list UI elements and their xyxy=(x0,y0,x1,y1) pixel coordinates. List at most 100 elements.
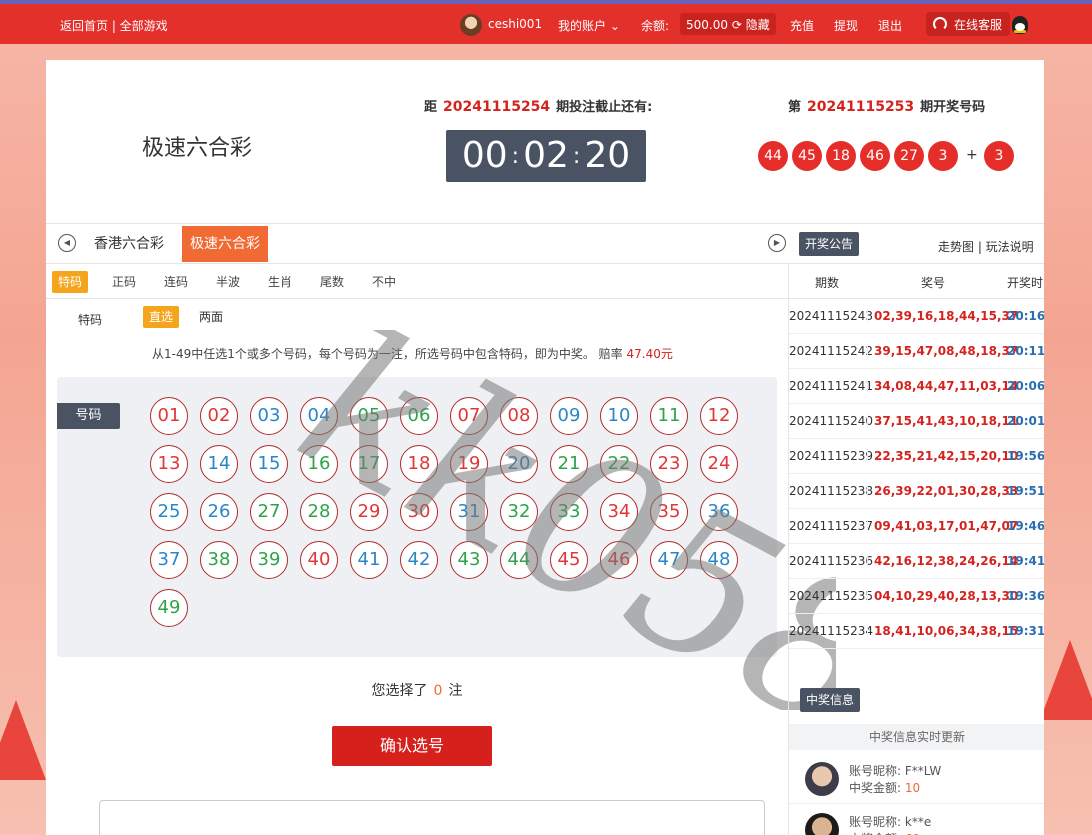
number-ball[interactable]: 49 xyxy=(150,589,188,627)
number-ball[interactable]: 38 xyxy=(200,541,238,579)
number-ball[interactable]: 27 xyxy=(250,493,288,531)
number-ball[interactable]: 41 xyxy=(350,541,388,579)
result-period: 20241115253 xyxy=(807,99,915,115)
history-time: 20:16: xyxy=(1007,309,1044,323)
history-period: 20241115238 xyxy=(789,484,873,498)
user-avatar[interactable] xyxy=(460,14,482,36)
history-period: 20241115242 xyxy=(789,344,873,358)
number-ball[interactable]: 03 xyxy=(250,397,288,435)
online-service-button[interactable]: 在线客服 xyxy=(926,12,1011,36)
winners-header: 中奖信息 xyxy=(789,688,1044,718)
number-ball[interactable]: 02 xyxy=(200,397,238,435)
number-ball[interactable]: 32 xyxy=(500,493,538,531)
history-time: 19:36: xyxy=(1007,589,1044,603)
number-ball[interactable]: 43 xyxy=(450,541,488,579)
number-ball[interactable]: 15 xyxy=(250,445,288,483)
history-numbers: 39,15,47,08,48,18,37 xyxy=(867,344,1018,358)
selection-summary: 您选择了 0 注 xyxy=(46,680,788,700)
home-link[interactable]: 返回首页 | 全部游戏 xyxy=(60,17,168,34)
number-ball[interactable]: 40 xyxy=(300,541,338,579)
number-ball[interactable]: 25 xyxy=(150,493,188,531)
number-ball[interactable]: 37 xyxy=(150,541,188,579)
withdraw-link[interactable]: 提现 xyxy=(834,17,858,34)
number-ball[interactable]: 20 xyxy=(500,445,538,483)
mode-label: 特码 xyxy=(78,313,103,327)
history-numbers: 02,39,16,18,44,15,37 xyxy=(867,309,1018,323)
number-ball[interactable]: 26 xyxy=(200,493,238,531)
refresh-icon[interactable]: ⟳ xyxy=(732,18,742,32)
result-ball: 18 xyxy=(826,141,856,171)
number-ball[interactable]: 42 xyxy=(400,541,438,579)
history-period: 20241115236 xyxy=(789,554,873,568)
number-ball[interactable]: 21 xyxy=(550,445,588,483)
tab-special-number[interactable]: 特码 xyxy=(52,271,89,293)
number-ball[interactable]: 29 xyxy=(350,493,388,531)
countdown-caption: 距 20241115254 期投注截止还有: xyxy=(424,96,652,115)
number-ball[interactable]: 10 xyxy=(600,397,638,435)
logout-link[interactable]: 退出 xyxy=(878,17,902,34)
winner-amount: 10 xyxy=(904,781,921,795)
number-ball[interactable]: 30 xyxy=(400,493,438,531)
tab-regular-number[interactable]: 正码 xyxy=(106,271,142,293)
number-ball[interactable]: 31 xyxy=(450,493,488,531)
number-ball[interactable]: 24 xyxy=(700,445,738,483)
tab-combo[interactable]: 连码 xyxy=(158,271,194,293)
number-ball[interactable]: 17 xyxy=(350,445,388,483)
number-ball[interactable]: 34 xyxy=(600,493,638,531)
history-row: 2024111523418,41,10,06,34,38,1519:31: xyxy=(789,614,1044,649)
number-ball[interactable]: 22 xyxy=(600,445,638,483)
number-ball[interactable]: 01 xyxy=(150,397,188,435)
tab-zodiac[interactable]: 生肖 xyxy=(262,271,298,293)
trend-links[interactable]: 走势图 | 玩法说明 xyxy=(938,238,1034,255)
number-ball[interactable]: 13 xyxy=(150,445,188,483)
number-ball[interactable]: 33 xyxy=(550,493,588,531)
mode-two-sides-button[interactable]: 两面 xyxy=(193,306,229,328)
numpad-label: 号码 xyxy=(57,403,120,429)
tab-half-wave[interactable]: 半波 xyxy=(210,271,246,293)
number-ball[interactable]: 28 xyxy=(300,493,338,531)
number-ball[interactable]: 05 xyxy=(350,397,388,435)
tab-hk-mark-six[interactable]: 香港六合彩 xyxy=(86,226,172,262)
number-ball[interactable]: 06 xyxy=(400,397,438,435)
number-ball[interactable]: 46 xyxy=(600,541,638,579)
number-ball[interactable]: 12 xyxy=(700,397,738,435)
number-ball[interactable]: 19 xyxy=(450,445,488,483)
number-ball[interactable]: 39 xyxy=(250,541,288,579)
number-ball[interactable]: 18 xyxy=(400,445,438,483)
mode-direct-button[interactable]: 直选 xyxy=(143,306,180,328)
recharge-link[interactable]: 充值 xyxy=(790,17,814,34)
number-ball[interactable]: 09 xyxy=(550,397,588,435)
special-ball: 3 xyxy=(984,141,1014,171)
next-arrow-icon[interactable]: ▶ xyxy=(768,234,786,252)
prev-arrow-icon[interactable]: ◀ xyxy=(58,234,76,252)
top-nav-bar: 返回首页 | 全部游戏 ceshi001 我的账户 ⌄ 余额: 500.00 ⟳… xyxy=(0,4,1092,44)
account-menu[interactable]: 我的账户 ⌄ xyxy=(558,17,620,34)
number-ball[interactable]: 23 xyxy=(650,445,688,483)
number-ball[interactable]: 11 xyxy=(650,397,688,435)
hide-balance-button[interactable]: 隐藏 xyxy=(746,18,770,32)
number-ball[interactable]: 48 xyxy=(700,541,738,579)
number-ball[interactable]: 44 xyxy=(500,541,538,579)
confirm-selection-button[interactable]: 确认选号 xyxy=(332,726,492,766)
number-ball[interactable]: 36 xyxy=(700,493,738,531)
number-ball[interactable]: 14 xyxy=(200,445,238,483)
mode-row: 特码 直选 两面 xyxy=(46,299,788,339)
main-card: 极速六合彩 距 20241115254 期投注截止还有: 00:02:20 第 202… xyxy=(46,60,1044,835)
number-ball[interactable]: 04 xyxy=(300,397,338,435)
number-ball[interactable]: 07 xyxy=(450,397,488,435)
qq-icon[interactable] xyxy=(1012,16,1028,34)
tab-fast-mark-six[interactable]: 极速六合彩 xyxy=(182,226,268,262)
history-time: 20:11: xyxy=(1007,344,1044,358)
username[interactable]: ceshi001 xyxy=(488,17,542,31)
number-ball[interactable]: 35 xyxy=(650,493,688,531)
history-time: 19:41: xyxy=(1007,554,1044,568)
timer-minutes: 02 xyxy=(523,135,569,176)
number-ball[interactable]: 45 xyxy=(550,541,588,579)
number-ball[interactable]: 08 xyxy=(500,397,538,435)
tab-tail-number[interactable]: 尾数 xyxy=(314,271,350,293)
number-ball[interactable]: 47 xyxy=(650,541,688,579)
history-row: 2024111524302,39,16,18,44,15,3720:16: xyxy=(789,299,1044,334)
tab-not-in[interactable]: 不中 xyxy=(366,271,402,293)
avatar xyxy=(805,813,839,835)
number-ball[interactable]: 16 xyxy=(300,445,338,483)
